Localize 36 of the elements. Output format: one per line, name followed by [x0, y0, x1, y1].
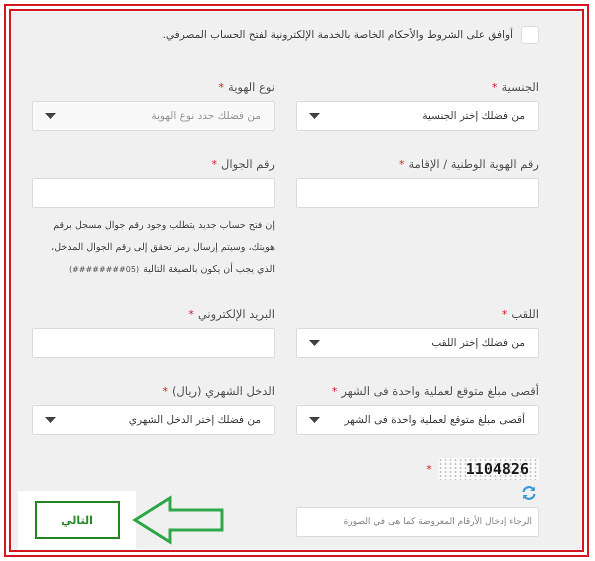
- captcha-input[interactable]: الرجاء إدخال الأرقام المعروضة كما هى في الصورة: [296, 507, 539, 537]
- field-label: الدخل الشهري (ريال): [172, 384, 275, 398]
- checkbox[interactable]: [521, 26, 539, 44]
- terms-label: أوافق على الشروط والأحكام الخاصة بالخدمة الإلكترونية لفتح الحساب المصرفي.: [162, 29, 513, 41]
- required-mark: *: [212, 158, 218, 170]
- required-mark: *: [426, 462, 432, 476]
- field-label: رقم الهوية الوطنية / الإقامة: [408, 157, 539, 171]
- field-label: رقم الجوال: [221, 157, 275, 171]
- caret-icon: [309, 417, 320, 423]
- dropdown[interactable]: من فضلك إختر الجنسية: [296, 101, 539, 131]
- field-label: البريد الإلكتروني: [198, 307, 275, 321]
- field-label: اللقب: [511, 307, 539, 321]
- required-mark: *: [399, 158, 404, 170]
- field-label: نوع الهوية: [228, 80, 275, 94]
- caret-icon: [309, 113, 320, 119]
- caret-icon: [45, 113, 56, 119]
- dropdown[interactable]: من فضلك إختر الدخل الشهري: [32, 405, 275, 435]
- input-field[interactable]: [32, 328, 275, 358]
- required-mark: *: [188, 308, 194, 320]
- input-field[interactable]: [296, 178, 539, 208]
- caret-icon: [309, 340, 320, 346]
- refresh-icon[interactable]: [521, 485, 537, 501]
- required-mark: *: [492, 80, 498, 94]
- field-label: الجنسية: [502, 80, 539, 94]
- next-button[interactable]: التالي: [34, 501, 120, 539]
- required-mark: *: [218, 80, 224, 94]
- field-label: أقصى مبلغ متوقع لعملية واحدة فى الشهر: [341, 384, 539, 398]
- arrow-icon: [132, 495, 226, 545]
- captcha-code: 1104826: [438, 458, 539, 480]
- required-mark: *: [332, 384, 338, 398]
- required-mark: *: [162, 384, 168, 398]
- dropdown[interactable]: أقصى مبلغ متوقع لعملية واحدة فى الشهر: [296, 405, 539, 435]
- dropdown[interactable]: من فضلك إختر اللقب: [296, 328, 539, 358]
- required-mark: *: [502, 308, 508, 320]
- caret-icon: [45, 417, 56, 423]
- input-field[interactable]: [32, 178, 275, 208]
